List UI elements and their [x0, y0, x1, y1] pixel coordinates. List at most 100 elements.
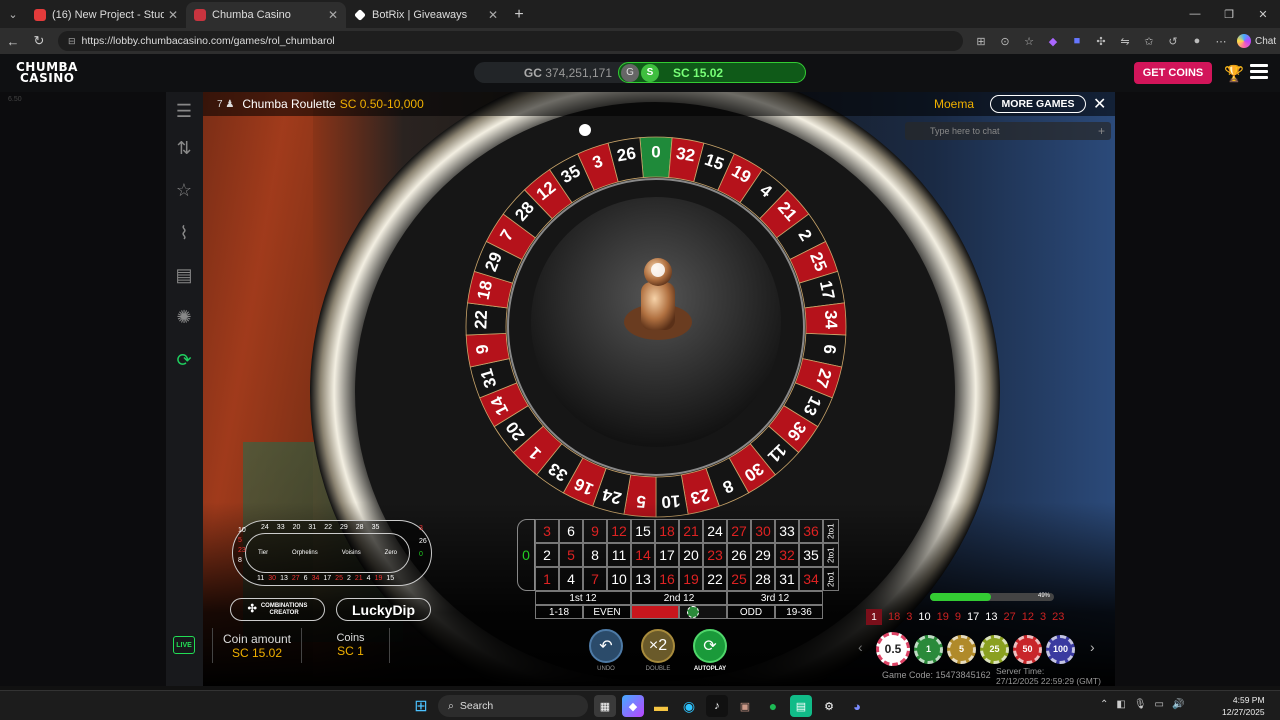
favorites-icon[interactable]: ✩	[1139, 35, 1159, 48]
bet-cell-35[interactable]: 35	[799, 543, 823, 567]
close-tab-icon[interactable]: ✕	[488, 8, 498, 22]
bet-cell-31[interactable]: 31	[775, 567, 799, 591]
new-tab-button[interactable]: +	[506, 2, 532, 28]
racetrack-number[interactable]: 22	[324, 524, 332, 531]
display-icon[interactable]: ▭	[1155, 699, 1164, 710]
bet-cell-12[interactable]: 12	[607, 519, 631, 543]
sc-toggle-icon[interactable]: S	[641, 63, 659, 82]
bet-cell-28[interactable]: 28	[751, 567, 775, 591]
bet-cell-17[interactable]: 17	[655, 543, 679, 567]
bet-cell-16[interactable]: 16	[655, 567, 679, 591]
statistics-icon[interactable]: ⌇	[173, 222, 195, 244]
taskbar-search[interactable]: ⌕ Search	[438, 695, 588, 717]
bet-cell-8[interactable]: 8	[583, 543, 607, 567]
bet-cell-zero[interactable]: 0	[517, 519, 535, 591]
black-bet[interactable]	[679, 605, 727, 619]
chip-25[interactable]: 25	[980, 634, 1009, 664]
file-explorer-icon[interactable]: ▬	[650, 695, 672, 717]
racetrack-number[interactable]: 28	[356, 524, 364, 531]
bet-cell-32[interactable]: 32	[775, 543, 799, 567]
racetrack-number[interactable]: 23	[238, 547, 246, 554]
close-window-icon[interactable]: ✕	[1246, 0, 1280, 28]
tab-botrix-giveaways[interactable]: BotRix | Giveaways ✕	[346, 2, 506, 28]
discord-icon[interactable]: ◕	[846, 695, 868, 717]
wheel-icon[interactable]: ✺	[173, 306, 195, 328]
tab-list-icon[interactable]: ⌄	[0, 0, 26, 28]
racetrack[interactable]: Tier Orphelins Voisins Zero 24 33 20 31 22 29…	[232, 520, 432, 586]
racetrack-number[interactable]: 3	[419, 525, 427, 532]
racetrack-number[interactable]: 27	[292, 575, 300, 582]
bet-cell-3[interactable]: 3	[535, 519, 559, 543]
racetrack-number[interactable]: 19	[375, 575, 383, 582]
microphone-icon[interactable]: 🎙	[1134, 699, 1147, 710]
bet-cell-25[interactable]: 25	[727, 567, 751, 591]
favorite-star-icon[interactable]: ☆	[1019, 35, 1039, 48]
bet-cell-14[interactable]: 14	[631, 543, 655, 567]
gc-toggle-icon[interactable]: G	[621, 63, 639, 82]
even-money-bet[interactable]: 1-18	[535, 605, 583, 619]
back-icon[interactable]: ←	[0, 34, 26, 49]
restore-icon[interactable]: ❐	[1212, 0, 1246, 28]
section-zero[interactable]: Zero	[385, 550, 397, 556]
chips-prev-icon[interactable]: ‹	[858, 639, 863, 655]
reader-icon[interactable]: ⊙	[995, 35, 1015, 48]
even-money-bet[interactable]: ODD	[727, 605, 775, 619]
autoplay-icon[interactable]: ⟳	[173, 349, 195, 371]
autoplay-button[interactable]: ⟳	[693, 629, 727, 663]
section-orphelins[interactable]: Orphelins	[292, 550, 318, 556]
copilot-chat-button[interactable]: Chat	[1237, 34, 1276, 48]
apps-icon[interactable]: ⊞	[971, 35, 991, 48]
bet-cell-13[interactable]: 13	[631, 567, 655, 591]
racetrack-number[interactable]: 15	[386, 575, 394, 582]
refresh-icon[interactable]: ↻	[26, 33, 52, 49]
combinations-creator-button[interactable]: ✣ COMBINATIONS CREATOR	[230, 598, 325, 621]
racetrack-number[interactable]: 33	[277, 524, 285, 531]
racetrack-number[interactable]: 34	[312, 575, 320, 582]
bet-cell-33[interactable]: 33	[775, 519, 799, 543]
racetrack-number[interactable]: 2	[347, 575, 351, 582]
section-voisins[interactable]: Voisins	[342, 550, 361, 556]
column-bet[interactable]: 2to1	[823, 567, 839, 591]
close-tab-icon[interactable]: ✕	[328, 8, 338, 22]
chat-input[interactable]: Type here to chat +	[905, 122, 1111, 140]
column-bet[interactable]: 2to1	[823, 543, 839, 567]
close-tab-icon[interactable]: ✕	[168, 8, 178, 22]
bet-cell-4[interactable]: 4	[559, 567, 583, 591]
dozen-bet[interactable]: 3rd 12	[727, 591, 823, 605]
red-bet[interactable]	[631, 605, 679, 619]
site-info-icon[interactable]: ⊟	[68, 36, 76, 47]
bet-cell-2[interactable]: 2	[535, 543, 559, 567]
tab-chumba-casino[interactable]: Chumba Casino ✕	[186, 2, 346, 28]
chips-next-icon[interactable]: ›	[1090, 639, 1095, 655]
tab-new-project-studio[interactable]: (16) New Project - Studio ✕	[26, 2, 186, 28]
volume-icon[interactable]: 🔊	[1172, 699, 1184, 710]
racetrack-number[interactable]: 30	[268, 575, 276, 582]
racetrack-number[interactable]: 4	[367, 575, 371, 582]
app-icon[interactable]: ▤	[790, 695, 812, 717]
hamburger-menu-icon[interactable]: ☰	[173, 100, 195, 122]
racetrack-number[interactable]: 6	[304, 575, 308, 582]
widgets-icon[interactable]: ▦	[594, 695, 616, 717]
menu-icon[interactable]	[1250, 64, 1268, 80]
copilot-icon[interactable]: ◆	[622, 695, 644, 717]
get-coins-button[interactable]: GET COINS	[1134, 62, 1212, 84]
even-money-bet[interactable]: EVEN	[583, 605, 631, 619]
bet-cell-15[interactable]: 15	[631, 519, 655, 543]
bet-cell-23[interactable]: 23	[703, 543, 727, 567]
bet-sort-icon[interactable]: ⇅	[173, 137, 195, 159]
chumba-logo[interactable]: CHUMBA CASINO	[16, 61, 78, 84]
bet-cell-29[interactable]: 29	[751, 543, 775, 567]
profile-avatar-icon[interactable]: ●	[1187, 35, 1207, 48]
history-icon[interactable]: ↺	[1163, 35, 1183, 48]
bet-cell-34[interactable]: 34	[799, 567, 823, 591]
racetrack-number[interactable]: 8	[238, 557, 246, 564]
minimize-icon[interactable]: —	[1178, 0, 1212, 28]
even-money-bet[interactable]: 19-36	[775, 605, 823, 619]
bet-cell-9[interactable]: 9	[583, 519, 607, 543]
chat-add-icon[interactable]: +	[1098, 124, 1105, 138]
racetrack-number[interactable]: 35	[372, 524, 380, 531]
package-icon[interactable]: ▣	[734, 695, 756, 717]
chip-5[interactable]: 5	[947, 634, 976, 664]
racetrack-number[interactable]: 24	[261, 524, 269, 531]
chip-100[interactable]: 100	[1046, 634, 1075, 664]
